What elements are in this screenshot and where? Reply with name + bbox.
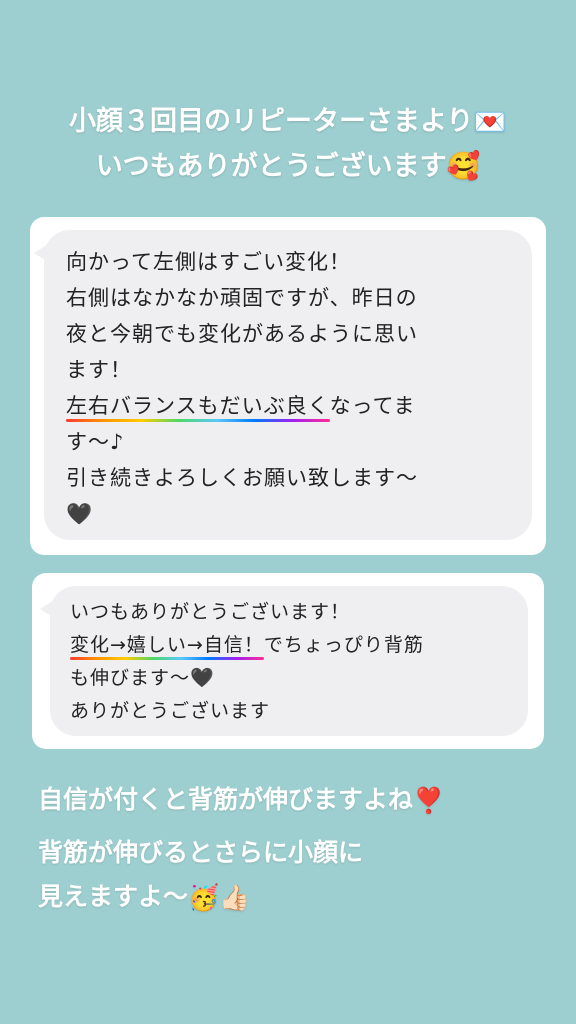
message-2-line-3: も伸びます〜🖤: [70, 667, 215, 689]
story-heading: 小顔３回目のリピーターさまより💌 いつもありがとうございます🥰: [0, 100, 576, 189]
footer-line-3: 見えますよ〜🥳👍🏻: [38, 875, 444, 920]
footer-text-1: 自信が付くと背筋が伸びますよね: [38, 785, 414, 814]
footer-text-3: 見えますよ〜: [38, 882, 189, 911]
message-1-line-5-rest: なってま: [329, 394, 416, 418]
message-1-line-7: 引き続きよろしくお願い致します〜: [66, 466, 418, 490]
message-2-line-1: いつもありがとうございます！: [70, 601, 351, 623]
message-bubble-2: いつもありがとうございます！ 変化→嬉しい→自信！でちょっぴり背筋 も伸びます〜…: [40, 586, 528, 736]
message-2-line-2: 変化→嬉しい→自信！でちょっぴり背筋: [70, 629, 528, 662]
heading-text-1: 小顔３回目のリピーターさまより: [68, 106, 474, 137]
message-1-line-6: す〜♪: [66, 430, 125, 454]
message-1-line-4: ます！: [66, 358, 132, 382]
bubble-tail: [34, 244, 48, 262]
footer-line-1: 自信が付くと背筋が伸びますよね❣️: [38, 778, 444, 823]
message-1-line-1: 向かって左側はすごい変化！: [66, 250, 351, 274]
highlighted-text: 左右バランスもだいぶ良く: [66, 388, 330, 424]
story-footer: 自信が付くと背筋が伸びますよね❣️ 背筋が伸びるとさらに小顔に 見えますよ〜🥳👍…: [38, 778, 444, 920]
footer-spacer: [38, 823, 444, 831]
bubble-tail: [40, 600, 54, 618]
black-heart-icon: 🖤: [66, 502, 94, 526]
message-2-line-2-rest: でちょっぴり背筋: [263, 634, 424, 656]
love-letter-icon: 💌: [473, 106, 508, 138]
message-1-line-3: 夜と今朝でも変化があるように思い: [66, 322, 418, 346]
message-1-line-5: 左右バランスもだいぶ良くなってま: [66, 388, 532, 424]
heading-line-1: 小顔３回目のリピーターさまより💌: [0, 100, 576, 145]
footer-line-2: 背筋が伸びるとさらに小顔に: [38, 838, 364, 867]
party-thumbs-up-icon: 🥳👍🏻: [188, 883, 251, 912]
heart-exclamation-icon: ❣️: [413, 786, 445, 815]
message-bubble-1: 向かって左側はすごい変化！ 右側はなかなか頑固ですが、昨日の 夜と今朝でも変化が…: [34, 230, 532, 540]
smiling-hearts-icon: 🥰: [446, 151, 481, 182]
heading-text-2: いつもありがとうございます: [95, 150, 447, 182]
highlighted-text: 変化→嬉しい→自信！: [70, 629, 264, 662]
message-1-line-2: 右側はなかなか頑固ですが、昨日の: [66, 286, 418, 310]
heading-line-2: いつもありがとうございます🥰: [0, 145, 576, 190]
message-2-line-4: ありがとうございます: [70, 700, 271, 722]
